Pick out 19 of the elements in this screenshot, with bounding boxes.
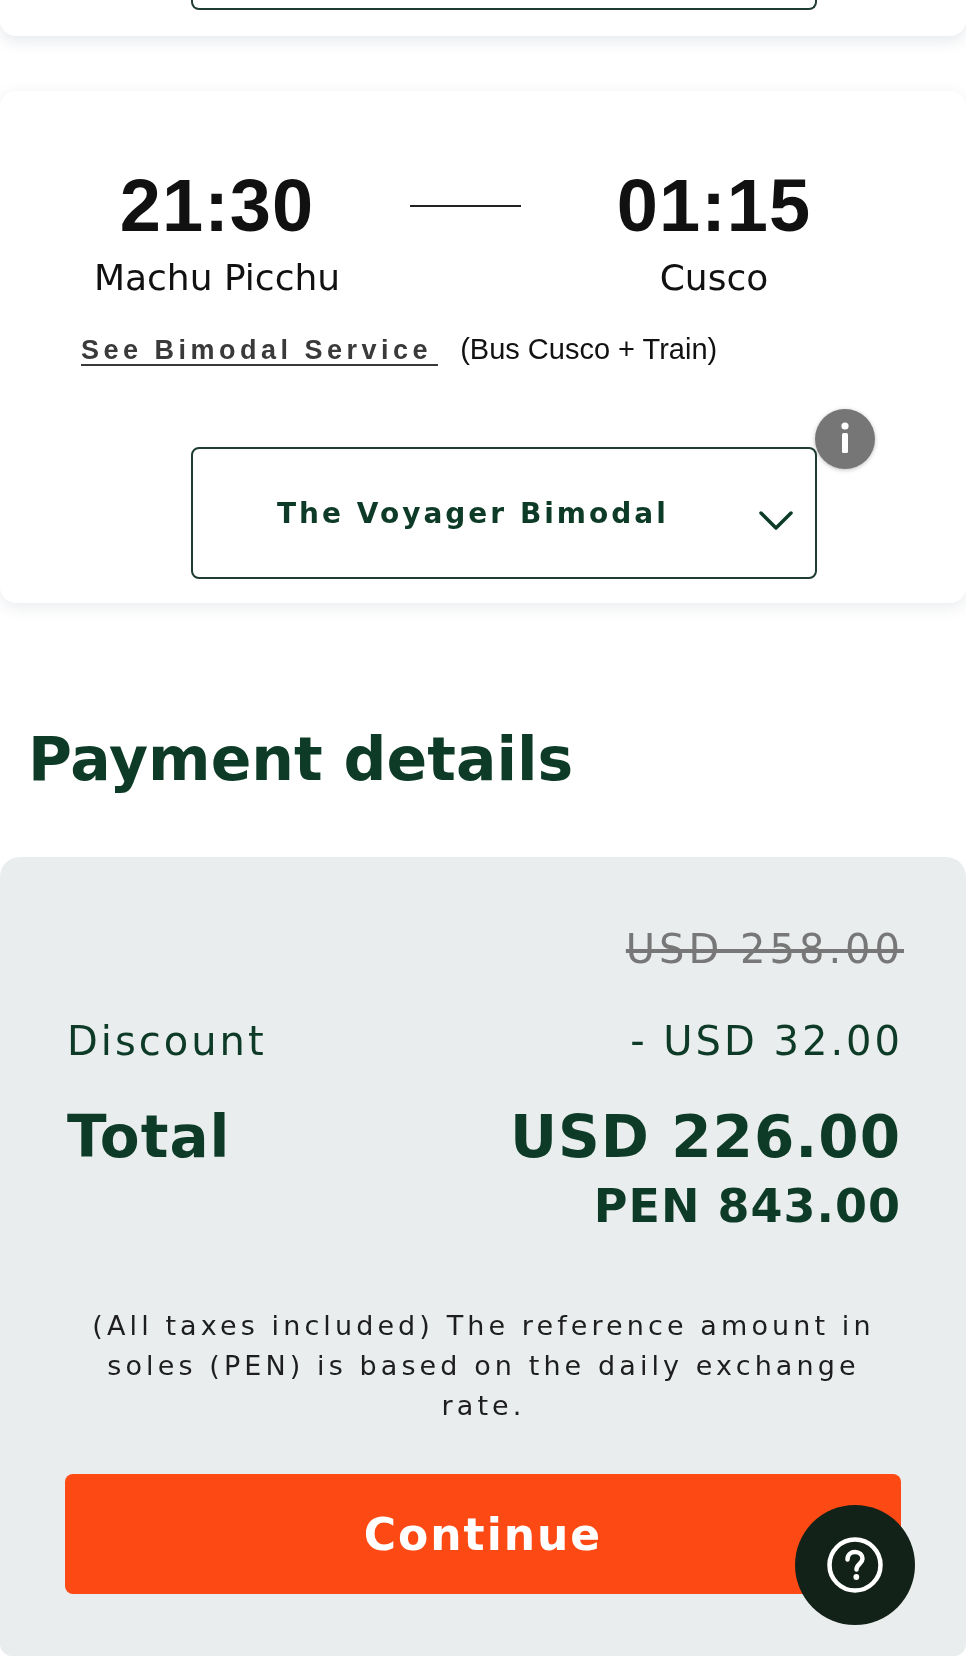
chevron-down-icon [759,509,793,531]
discount-label: Discount [67,1017,267,1065]
tax-note: (All taxes included) The reference amount in soles (PEN) is based on the daily exchange rate. [91,1309,876,1423]
departure-time: 21:30 [119,169,315,243]
bimodal-service-link[interactable]: See Bimodal Service [81,336,439,366]
arrival-time: 01:15 [616,169,812,243]
original-price: USD 258.00 [625,926,904,972]
discount-amount: - USD 32.00 [630,1017,903,1065]
service-note: (Bus Cusco + Train) [460,332,718,366]
departure-station: Machu Picchu [93,256,341,299]
info-icon[interactable] [815,409,875,469]
total-amount-pen: PEN 843.00 [593,1179,901,1233]
help-icon [827,1537,883,1593]
service-dropdown[interactable]: The Voyager Bimodal [191,447,817,579]
arrival-station: Cusco [659,256,769,299]
select-field[interactable] [191,0,817,10]
total-amount: USD 226.00 [509,1105,901,1169]
total-label: Total [67,1105,231,1169]
section-title: Payment details [28,723,575,795]
